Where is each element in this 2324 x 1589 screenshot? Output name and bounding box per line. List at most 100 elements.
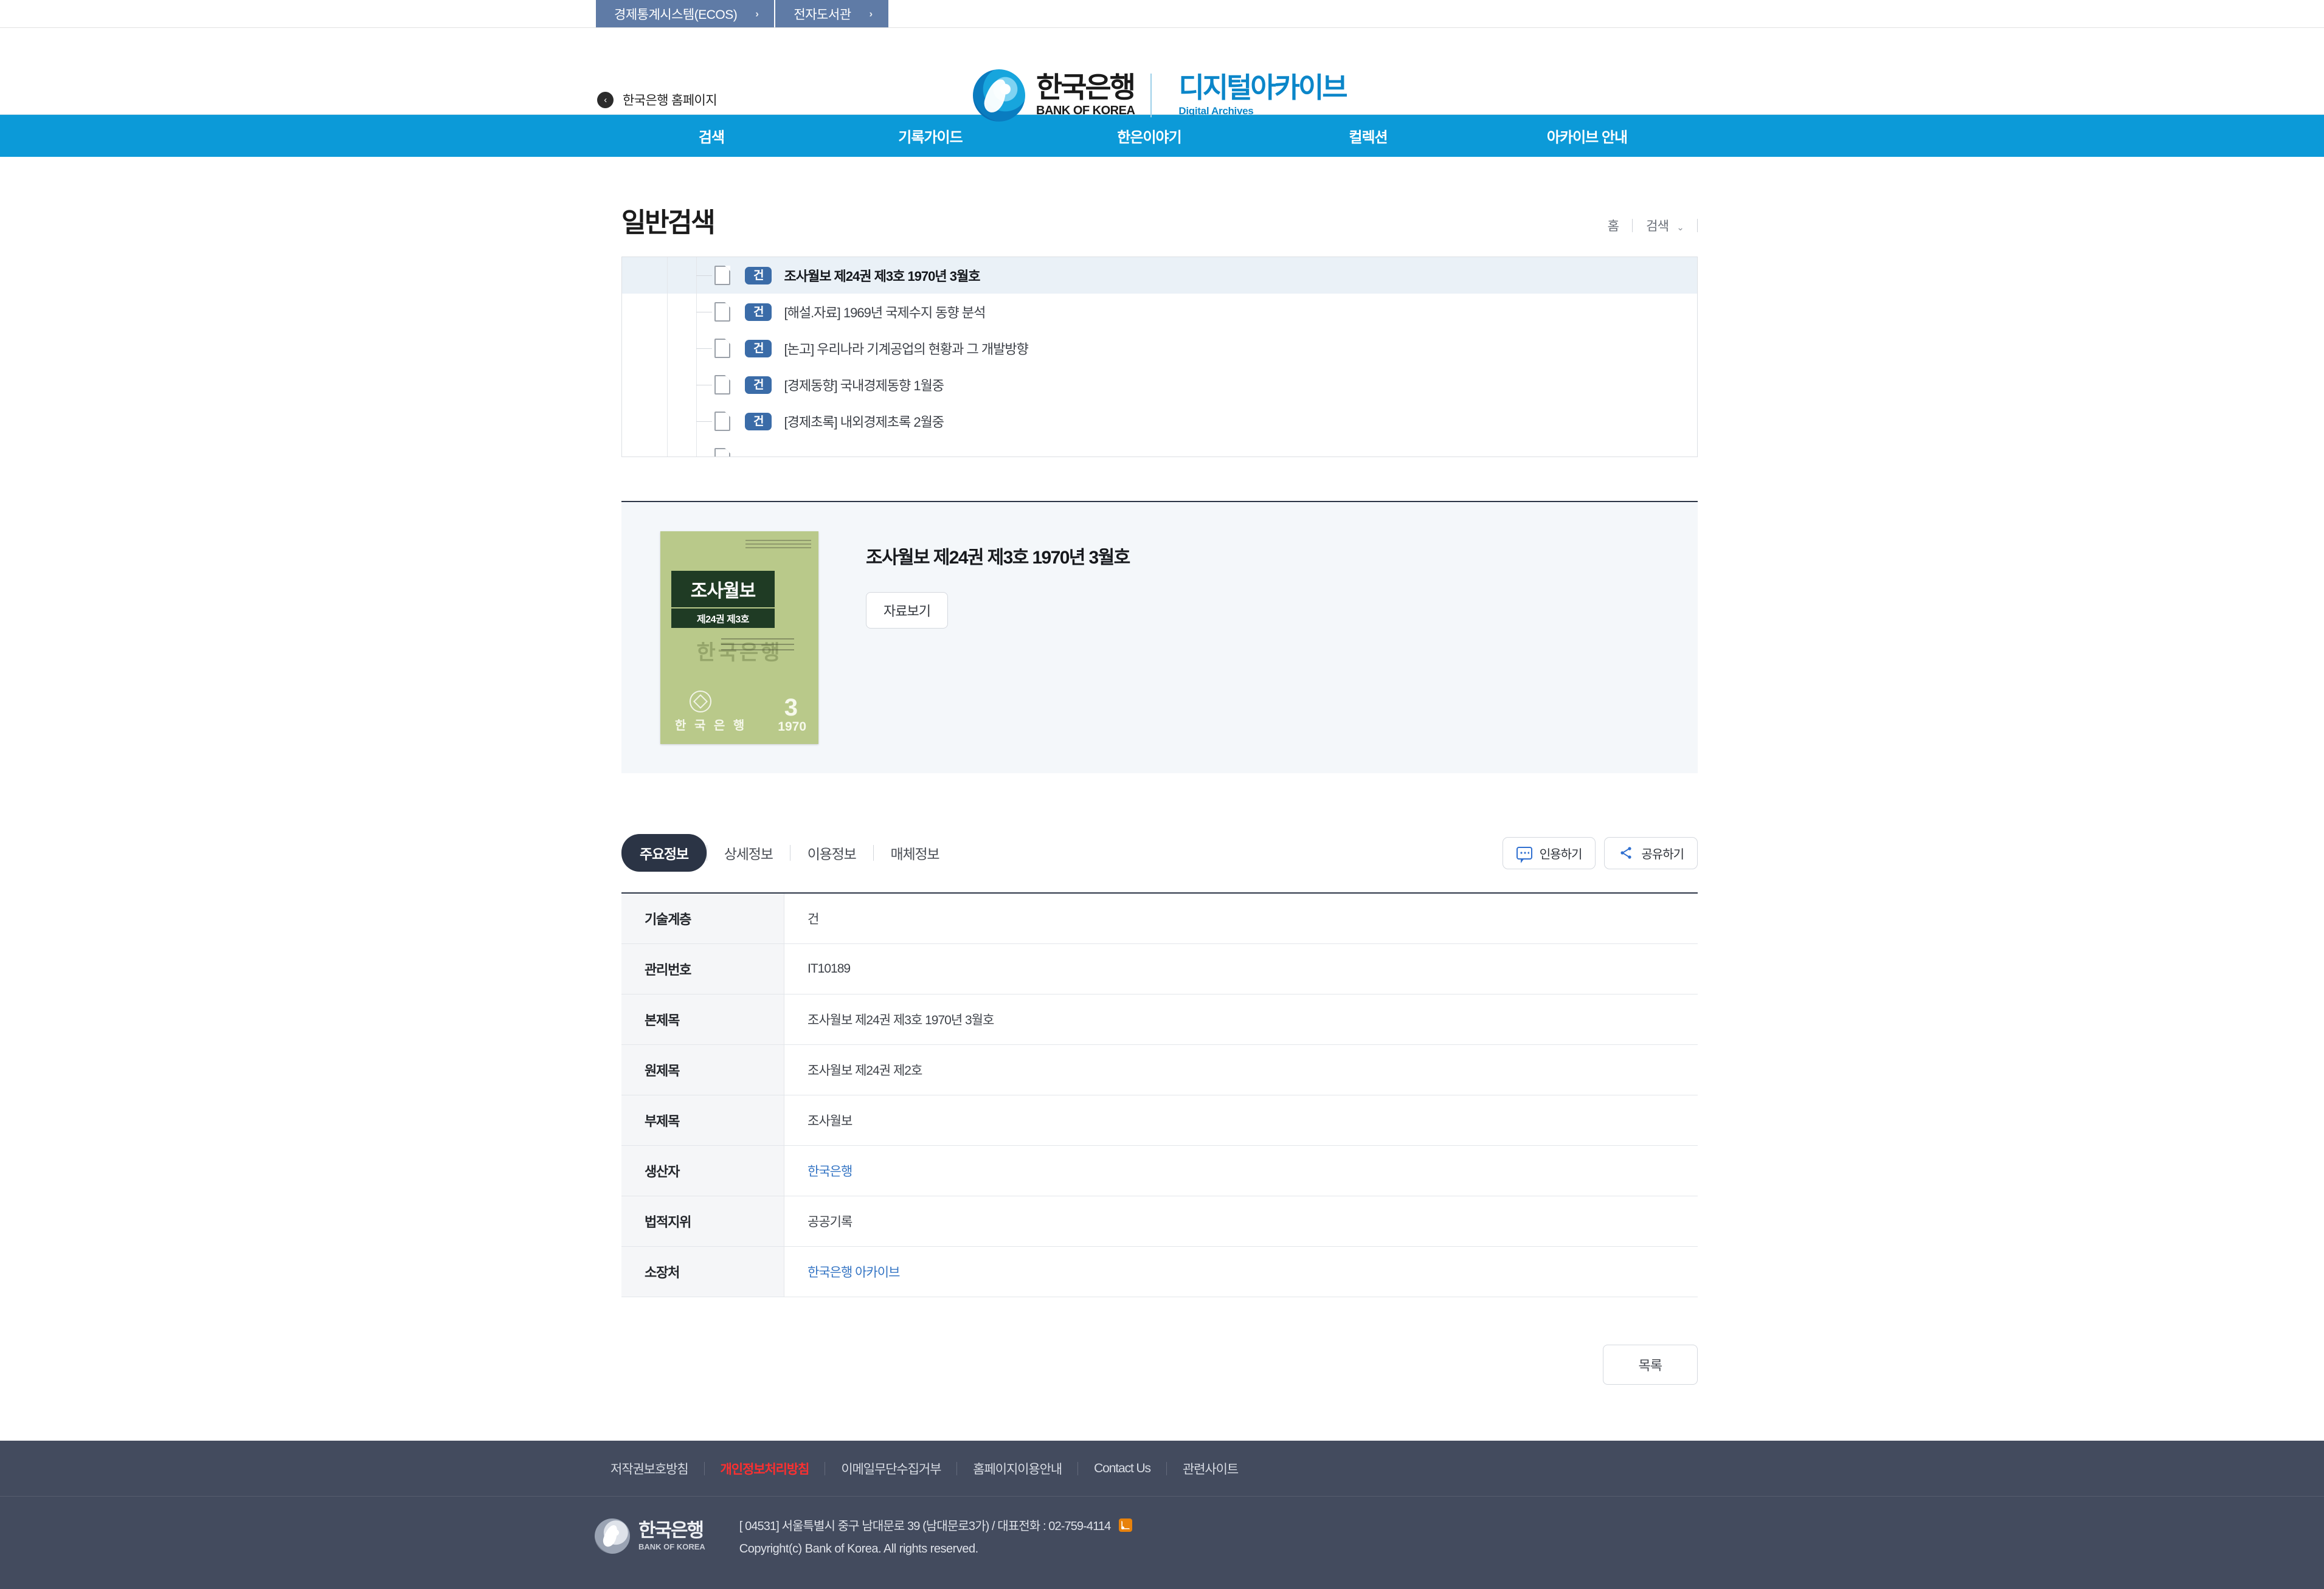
tree-item-badge: 건 <box>745 340 772 357</box>
cover-volume-box: 제24권 제3호 <box>671 608 775 628</box>
tree-item-label: [경제초록] 내외경제초록 2월중 <box>784 412 944 431</box>
cite-button[interactable]: 인용하기 <box>1503 837 1596 869</box>
cover-issue-year: 1970 <box>778 720 806 734</box>
nav-item-search[interactable]: 검색 <box>602 125 821 146</box>
breadcrumb: 홈 검색 ⌄ <box>1594 216 1698 240</box>
nav-item-record-guide[interactable]: 기록가이드 <box>821 125 1040 146</box>
tree-item[interactable]: 건 [경제초록] 내외경제초록 2월중 <box>622 403 1697 439</box>
topbar-link-ecos[interactable]: 경제통계시스템(ECOS) › <box>596 0 775 27</box>
footer-link-contact-us[interactable]: Contact Us <box>1078 1461 1166 1476</box>
footer-link-copyright-policy[interactable]: 저작권보호방침 <box>595 1460 704 1478</box>
site-logo[interactable]: 한국은행 BANK OF KOREA 디지털아카이브 Digital Archi… <box>973 69 1346 122</box>
record-summary: 조사월보 제24권 제3호 한국은행 한 국 은 행 3 1970 조사월보 제… <box>621 502 1698 773</box>
table-row: 법적지위 공공기록 <box>621 1196 1698 1247</box>
tree-item[interactable]: 건 조사월보 제24권 제3호 1970년 3월호 <box>622 257 1697 294</box>
footer-logo-english-name: BANK OF KOREA <box>638 1542 705 1551</box>
tab-detail-info[interactable]: 상세정보 <box>707 843 790 863</box>
logo-korean-name: 한국은행 <box>1036 73 1135 102</box>
table-row-label: 본제목 <box>621 994 784 1044</box>
footer-copyright: Copyright(c) Bank of Korea. All rights r… <box>739 1542 1133 1556</box>
rss-icon[interactable] <box>1119 1518 1132 1532</box>
tab-usage-info[interactable]: 이용정보 <box>790 843 873 863</box>
cover-bank-emblem-icon <box>690 691 711 712</box>
home-page-link-label: 한국은행 홈페이지 <box>623 91 717 109</box>
tree-item-badge: 건 <box>745 303 772 321</box>
table-row-label: 법적지위 <box>621 1196 784 1246</box>
tree-item-partial[interactable] <box>622 439 1697 457</box>
footer-body: 한국은행 BANK OF KOREA [ 04531] 서울특별시 중구 남대문… <box>0 1497 2324 1556</box>
table-row-value: 조사월보 제24권 제2호 <box>784 1045 1698 1095</box>
tree-guide-line <box>667 403 668 439</box>
breadcrumb-current-label: 검색 <box>1646 219 1669 233</box>
logo-english-name: BANK OF KOREA <box>1036 104 1135 118</box>
share-button[interactable]: 공유하기 <box>1604 837 1698 869</box>
tab-main-info[interactable]: 주요정보 <box>621 834 707 872</box>
nav-item-bok-stories[interactable]: 한은이야기 <box>1040 125 1259 146</box>
share-button-label: 공유하기 <box>1641 844 1684 862</box>
table-row: 본제목 조사월보 제24권 제3호 1970년 3월호 <box>621 994 1698 1045</box>
table-row-value-link[interactable]: 한국은행 아카이브 <box>784 1247 1698 1297</box>
breadcrumb-separator <box>1697 219 1698 232</box>
table-row: 부제목 조사월보 <box>621 1095 1698 1146</box>
table-row-label: 부제목 <box>621 1095 784 1145</box>
logo-archive-name: 디지털아카이브 <box>1178 74 1346 102</box>
table-row-label: 소장처 <box>621 1247 784 1297</box>
cover-volume: 제24권 제3호 <box>697 611 749 626</box>
nav-item-collection[interactable]: 컬렉션 <box>1259 125 1478 146</box>
tree-item[interactable]: 건 [해설.자료] 1969년 국제수지 동향 분석 <box>622 294 1697 330</box>
tree-item[interactable]: 건 [경제동향] 국내경제동향 1월중 <box>622 367 1697 403</box>
nav-item-archive-info[interactable]: 아카이브 안내 <box>1478 125 1696 146</box>
footer-links: 저작권보호방침 개인정보처리방침 이메일무단수집거부 홈페이지이용안내 Cont… <box>0 1441 2324 1497</box>
table-row-value: 조사월보 제24권 제3호 1970년 3월호 <box>784 994 1698 1044</box>
table-row-value: 공공기록 <box>784 1196 1698 1246</box>
tree-item-label: [해설.자료] 1969년 국제수지 동향 분석 <box>784 302 985 322</box>
table-row-value: 건 <box>784 894 1698 943</box>
record-cover-image[interactable]: 조사월보 제24권 제3호 한국은행 한 국 은 행 3 1970 <box>660 531 818 744</box>
footer-link-privacy-policy[interactable]: 개인정보처리방침 <box>705 1460 825 1478</box>
breadcrumb-home[interactable]: 홈 <box>1594 216 1633 235</box>
site-footer: 저작권보호방침 개인정보처리방침 이메일무단수집거부 홈페이지이용안내 Cont… <box>0 1441 2324 1589</box>
footer-address: [ 04531] 서울특별시 중구 남대문로 39 (남대문로3가) / 대표전… <box>739 1516 1111 1534</box>
table-row-label: 생산자 <box>621 1146 784 1196</box>
footer-logo: 한국은행 BANK OF KOREA <box>595 1518 705 1554</box>
table-row: 기술계층 건 <box>621 894 1698 944</box>
table-row-label: 기술계층 <box>621 894 784 943</box>
cover-title-box: 조사월보 <box>671 571 775 607</box>
tree-item-badge: 건 <box>745 376 772 394</box>
tree-item-label: 조사월보 제24권 제3호 1970년 3월호 <box>784 266 980 285</box>
tree-guide-line <box>667 330 668 367</box>
tree-item[interactable]: 건 [논고] 우리나라 기계공업의 현황과 그 개발방향 <box>622 330 1697 367</box>
main-content: 일반검색 홈 검색 ⌄ 건 조사월보 제24권 제3호 1970년 3월호 건 <box>621 157 1698 1385</box>
record-detail-table: 기술계층 건 관리번호 IT10189 본제목 조사월보 제24권 제3호 19… <box>621 892 1698 1297</box>
footer-link-email-collection-refusal[interactable]: 이메일무단수집거부 <box>825 1460 956 1478</box>
breadcrumb-current[interactable]: 검색 ⌄ <box>1633 216 1697 235</box>
table-row: 원제목 조사월보 제24권 제2호 <box>621 1045 1698 1095</box>
tree-item-label: [논고] 우리나라 기계공업의 현황과 그 개발방향 <box>784 339 1028 358</box>
document-icon <box>714 448 730 457</box>
document-icon <box>714 375 730 395</box>
table-row: 관리번호 IT10189 <box>621 944 1698 994</box>
chevron-down-icon: ⌄ <box>1676 222 1684 233</box>
list-button-row: 목록 <box>621 1345 1698 1385</box>
footer-link-site-usage-guide[interactable]: 홈페이지이용안내 <box>957 1460 1077 1478</box>
table-row-value-link[interactable]: 한국은행 <box>784 1146 1698 1196</box>
footer-link-related-sites[interactable]: 관련사이트 <box>1167 1460 1254 1478</box>
topbar-link-elibrary[interactable]: 전자도서관 › <box>775 0 889 27</box>
share-icon <box>1618 846 1634 860</box>
home-page-link[interactable]: ‹ 한국은행 홈페이지 <box>597 91 717 109</box>
tree-item-label: [경제동향] 국내경제동향 1월중 <box>784 375 944 395</box>
page-header: 일반검색 홈 검색 ⌄ <box>621 157 1698 257</box>
site-header: ‹ 한국은행 홈페이지 한국은행 BANK OF KOREA 디지털아카이브 D… <box>0 28 2324 114</box>
view-material-button[interactable]: 자료보기 <box>866 592 948 629</box>
footer-address-block: [ 04531] 서울특별시 중구 남대문로 39 (남대문로3가) / 대표전… <box>739 1516 1133 1556</box>
list-button[interactable]: 목록 <box>1603 1345 1698 1385</box>
cite-button-label: 인용하기 <box>1540 844 1582 862</box>
cover-bank-name: 한 국 은 행 <box>675 715 747 733</box>
tree-guide-line <box>667 367 668 403</box>
topbar-link-ecos-label: 경제통계시스템(ECOS) <box>614 5 737 23</box>
back-arrow-icon: ‹ <box>597 92 614 108</box>
record-tree[interactable]: 건 조사월보 제24권 제3호 1970년 3월호 건 [해설.자료] 1969… <box>621 257 1698 457</box>
table-row-label: 원제목 <box>621 1045 784 1095</box>
bank-of-korea-emblem-icon <box>595 1518 630 1554</box>
tab-media-info[interactable]: 매체정보 <box>874 843 956 863</box>
